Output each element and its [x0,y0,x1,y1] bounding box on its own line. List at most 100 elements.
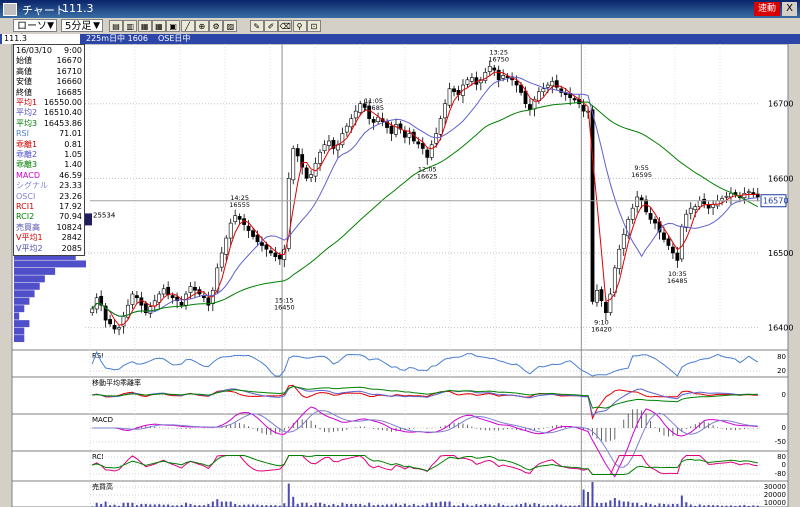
panel-value: 70.94 [59,212,82,222]
volume-bar [685,502,688,507]
candle-body [635,196,640,208]
volume-bar [305,502,308,507]
annotation-price: 16625 [417,173,438,181]
volume-bar [95,502,98,507]
annotation-price: 16450 [274,303,295,311]
panel-row: 平均3 16453.86 [16,118,82,129]
volume-bar [126,502,129,507]
erase-icon[interactable]: ⌫ [278,20,293,32]
volume-bar [368,502,371,507]
candle-body [492,67,497,71]
panel-value: 16510.40 [43,108,82,118]
panel-row: MACD 46.59 [16,170,82,181]
volume-profile-bar [14,290,35,298]
panel-value: 2085 [61,243,82,253]
info-bar: 111.3 225m日中 1606 OSE日中 [0,34,800,44]
panel-label: 平均1 [16,98,38,107]
multi-chart-icon[interactable]: ▨ [223,20,238,32]
candle-body [318,151,322,164]
candle-body [621,234,626,249]
panel-value: 23.33 [59,181,82,191]
search-icon[interactable]: ⚲ [292,20,307,32]
interval-select[interactable]: 5分足 ▼ [61,19,103,32]
volume-bar [591,482,594,507]
volume-profile-bar [14,267,56,275]
candle-body [322,144,327,152]
candle-body [233,215,238,222]
panel-value: 16453.86 [43,118,82,128]
candle-body [541,88,546,93]
volume-bar [439,501,442,507]
candle-body [595,289,599,303]
instrument-code-input[interactable]: 111.3 [2,34,80,44]
settings-icon[interactable]: ⚙ [209,20,224,32]
panel-value: 16660 [56,77,82,87]
candle-body [219,252,224,268]
current-price-label: 16570 [763,197,788,206]
chart-type-select[interactable]: ローソク ▼ [13,19,57,45]
grid2-icon[interactable]: ▦ [151,20,166,32]
volume-bar [595,502,598,507]
panel-row: RSI 71.01 [16,128,82,139]
candle-body [237,216,242,220]
price-tick-label: 16400 [768,324,793,333]
candle-body [666,238,671,246]
line-tool-icon[interactable]: ╱ [180,20,195,32]
candle-body [438,118,443,135]
annotation-price: 16685 [363,104,384,112]
volume-bar [341,502,344,507]
candle-body [679,226,684,260]
candle-body [452,88,456,93]
candle-body [603,301,608,313]
volume-bar [185,502,188,507]
candle-body [697,200,702,208]
price-tick-label: 16700 [768,100,793,109]
close-button[interactable]: X [782,2,797,16]
chart-area[interactable]: 16400165001660016700255341657014:2516555… [0,44,800,507]
volume-bar [461,503,464,507]
candle-body [353,110,358,119]
panel-label: RCI2 [16,212,35,222]
lock-icon[interactable]: ⊡ [306,20,321,32]
candle-body [715,200,720,207]
candle-body [135,295,139,299]
volume-bar [645,502,648,507]
panel-row: 平均1 16550.00 [16,97,82,108]
panel-row: 乖離3 1.40 [16,159,82,170]
volume-bar [636,502,639,507]
candle-body [429,144,434,158]
volume-bar [613,497,616,507]
period-icon[interactable]: ▣ [166,20,181,32]
subchart-tick-label: -80 [775,470,786,478]
live-update-button[interactable]: 速動 [754,2,780,16]
panel-row: V平均1 2842 [16,232,82,243]
candle-body [108,319,113,325]
subchart-title: MACD [92,416,113,424]
panel-label: 終値 [16,87,32,97]
panel-label: シグナル [16,181,48,191]
panel-value: 10824 [56,222,82,232]
candle-body [255,234,260,243]
instrument-code-title: 111.3 [62,2,94,15]
panel-label: 平均2 [16,108,38,118]
subchart-tick-label: 0 [782,461,786,469]
zoom-icon[interactable]: ⊕ [194,20,209,32]
chart-type-icon[interactable]: ▤ [109,20,123,32]
panel-value: 71.01 [59,129,82,139]
candle-body [702,198,707,205]
bar-chart-icon[interactable]: ▥ [123,20,138,32]
candle-body [662,232,666,240]
volume-bar [319,502,322,507]
volume-bar [631,502,634,507]
candle-body [277,254,282,260]
grid-icon[interactable]: ▦ [137,20,152,32]
annotation-price: 16555 [229,201,250,209]
volume-bar [435,502,438,507]
volume-bar [430,502,433,507]
pen-icon[interactable]: ✎ [249,20,264,32]
subchart-tick-label: 10000 [764,499,786,507]
pencil-icon[interactable]: ✐ [264,20,278,32]
candle-body [742,192,747,199]
candle-body [469,77,474,82]
volume-bar [287,483,290,507]
